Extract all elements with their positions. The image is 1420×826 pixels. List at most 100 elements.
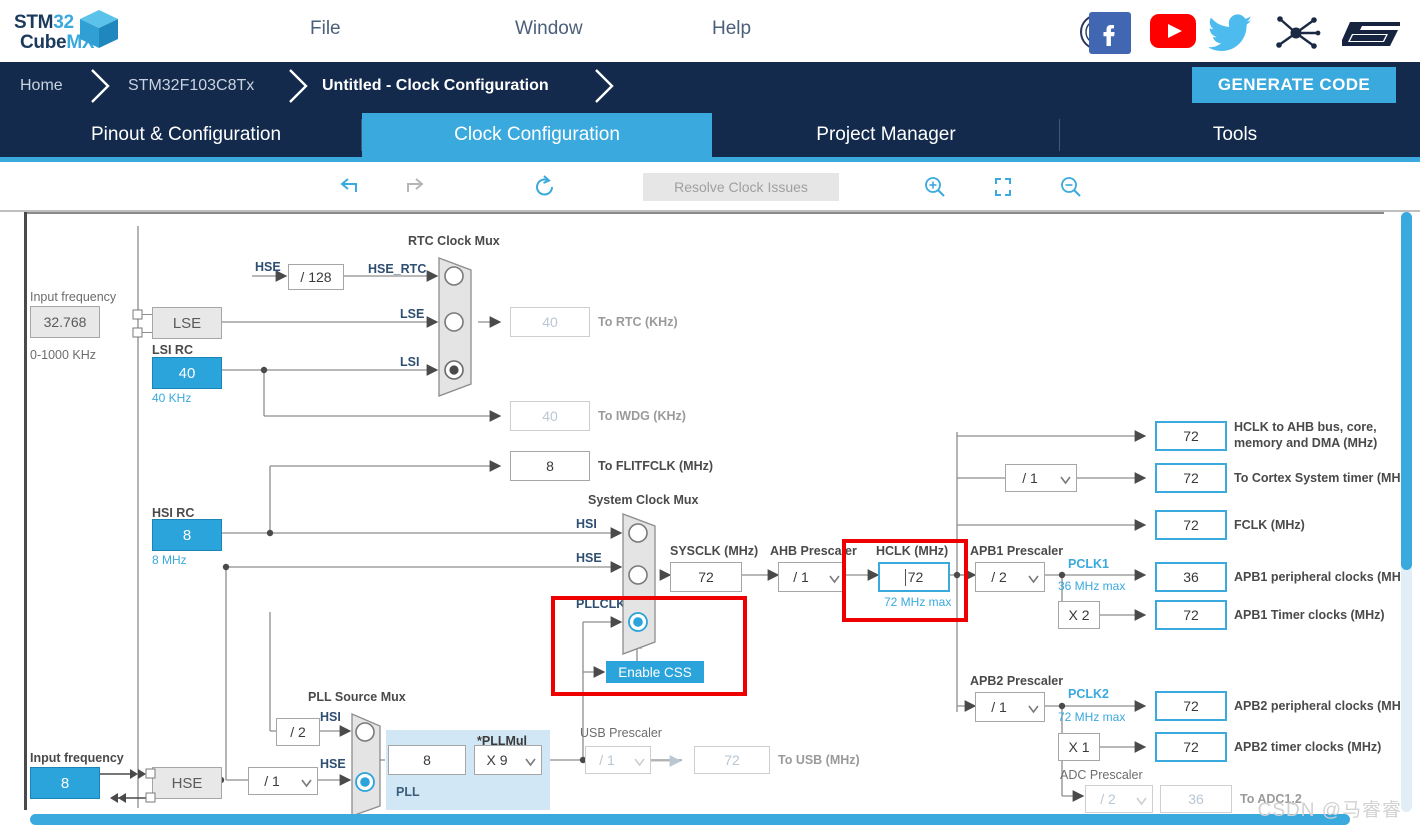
chevron-down-icon	[1060, 476, 1069, 485]
usb-prescaler-label: USB Prescaler	[580, 726, 662, 740]
breadcrumb-item-home[interactable]: Home	[20, 62, 63, 110]
st-logo-icon[interactable]	[1340, 14, 1402, 48]
logo-stm-text: STM32	[14, 12, 74, 33]
pll-input-field[interactable]: 8	[388, 745, 466, 775]
apb1-timer-multiplier[interactable]: X 2	[1058, 601, 1100, 629]
tab-label: Pinout & Configuration	[91, 124, 281, 145]
sysclk-label: SYSCLK (MHz)	[670, 544, 758, 558]
cortex-timer-field[interactable]: 72	[1155, 463, 1227, 493]
cortex-prescaler-value: / 1	[1006, 465, 1054, 491]
redo-icon[interactable]	[400, 172, 430, 202]
tab-tools[interactable]: Tools	[1060, 113, 1410, 157]
menu-item-help[interactable]: Help	[712, 18, 751, 40]
pll-label: PLL	[396, 785, 420, 799]
pclk2-label: PCLK2	[1068, 687, 1109, 701]
facebook-icon[interactable]	[1089, 12, 1131, 54]
usb-prescaler-select[interactable]: / 1	[585, 746, 651, 774]
pll-source-mux[interactable]	[350, 712, 390, 818]
lsi-frequency-field[interactable]: 40	[152, 357, 222, 389]
generate-code-button[interactable]: GENERATE CODE	[1192, 67, 1396, 103]
hse-rtc-divider-box[interactable]: / 128	[288, 264, 344, 290]
hclk-field[interactable]: 72	[878, 562, 950, 592]
text-cursor	[905, 569, 906, 586]
apb2-timer-label: APB2 timer clocks (MHz)	[1234, 740, 1381, 754]
hse-rtc-signal-label: HSE_RTC	[368, 262, 426, 276]
tab-project-manager[interactable]: Project Manager	[712, 113, 1060, 157]
hse-signal-label: HSE	[255, 260, 281, 274]
ahb-prescaler-value: / 1	[779, 563, 823, 591]
apb2-timer-multiplier[interactable]: X 1	[1058, 733, 1100, 761]
system-clock-mux-label: System Clock Mux	[588, 493, 698, 507]
watermark: CSDN @马睿睿	[1258, 795, 1402, 822]
apb2-peripheral-label: APB2 peripheral clocks (MHz)	[1234, 699, 1411, 713]
apb1-timer-field[interactable]: 72	[1155, 600, 1227, 630]
lse-input-frequency-field[interactable]: 32.768	[30, 306, 100, 338]
fclk-field[interactable]: 72	[1155, 510, 1227, 540]
network-icon[interactable]	[1272, 14, 1320, 52]
lsi-rc-label: LSI RC	[152, 343, 193, 357]
pllmul-select[interactable]: X 9	[474, 745, 542, 775]
apb2-timer-field[interactable]: 72	[1155, 732, 1227, 762]
tab-label: Clock Configuration	[454, 124, 620, 145]
pll-hse-divider-select[interactable]: / 1	[248, 767, 318, 795]
hse-oscillator-box[interactable]: HSE	[152, 767, 222, 799]
menu-item-file[interactable]: File	[310, 18, 341, 40]
hse-input-frequency-label: Input frequency	[30, 751, 124, 765]
pclk1-label: PCLK1	[1068, 557, 1109, 571]
clock-configuration-canvas[interactable]: Input frequency 32.768 0-1000 KHz LSE LS…	[0, 212, 1420, 826]
hclk-max-label: 72 MHz max	[884, 595, 951, 609]
cortex-prescaler-select[interactable]: / 1	[1005, 464, 1077, 492]
zoom-in-icon[interactable]	[920, 172, 950, 202]
breadcrumb-chevron-icon	[284, 62, 314, 110]
zoom-out-icon[interactable]	[1056, 172, 1086, 202]
pclk2-max-label: 72 MHz max	[1058, 710, 1125, 724]
ahb-prescaler-select[interactable]: / 1	[778, 562, 846, 592]
sysmux-hse-label: HSE	[576, 551, 602, 565]
enable-css-button[interactable]: Enable CSS	[606, 661, 704, 683]
breadcrumb-item-mcu[interactable]: STM32F103C8Tx	[128, 62, 254, 110]
apb1-peripheral-field[interactable]: 36	[1155, 562, 1227, 592]
chevron-down-icon	[1028, 705, 1037, 714]
fit-icon[interactable]	[988, 172, 1018, 202]
adc-prescaler-value: / 2	[1086, 786, 1130, 812]
hclk-to-ahb-field[interactable]: 72	[1155, 421, 1227, 451]
chevron-down-icon	[1028, 575, 1037, 584]
hsi-frequency-field[interactable]: 8	[152, 519, 222, 551]
lsi-signal-label: LSI	[400, 355, 419, 369]
hse-pins-icon	[100, 765, 156, 805]
sysclk-field[interactable]: 72	[670, 562, 742, 592]
apb2-prescaler-select[interactable]: / 1	[975, 692, 1045, 722]
apb2-prescaler-value: / 1	[976, 693, 1022, 721]
lse-oscillator-box[interactable]: LSE	[152, 307, 222, 339]
hclk-to-ahb-label-line1: HCLK to AHB bus, core,	[1234, 420, 1377, 434]
horizontal-scrollbar-thumb[interactable]	[30, 814, 1350, 825]
menu-item-window[interactable]: Window	[515, 18, 583, 40]
rtc-clock-mux-label: RTC Clock Mux	[408, 234, 500, 248]
lse-input-range-label: 0-1000 KHz	[30, 348, 96, 362]
youtube-icon[interactable]	[1150, 14, 1196, 48]
hse-input-frequency-field[interactable]: 8	[30, 767, 100, 799]
vertical-scrollbar-thumb[interactable]	[1401, 212, 1412, 570]
tab-label: Project Manager	[816, 124, 955, 145]
resolve-clock-issues-button[interactable]: Resolve Clock Issues	[643, 173, 839, 201]
reset-icon[interactable]	[530, 172, 560, 202]
breadcrumb-chevron-icon	[590, 62, 620, 110]
adc-prescaler-label: ADC Prescaler	[1060, 768, 1143, 782]
apb1-prescaler-select[interactable]: / 2	[975, 562, 1045, 592]
lse-input-frequency-label: Input frequency	[30, 290, 116, 304]
fclk-label: FCLK (MHz)	[1234, 518, 1305, 532]
adc-prescaler-select[interactable]: / 2	[1085, 785, 1153, 813]
pll-hsi-divider[interactable]: / 2	[276, 718, 320, 746]
twitter-icon[interactable]	[1208, 14, 1254, 52]
breadcrumb-item-current[interactable]: Untitled - Clock Configuration	[322, 62, 549, 110]
rtc-clock-mux[interactable]	[437, 256, 479, 398]
undo-icon[interactable]	[334, 172, 364, 202]
to-flitfclk-field[interactable]: 8	[510, 451, 590, 481]
pll-source-mux-label: PLL Source Mux	[308, 690, 406, 704]
apb2-peripheral-field[interactable]: 72	[1155, 691, 1227, 721]
cube-icon	[76, 6, 122, 52]
tab-clock-configuration[interactable]: Clock Configuration	[362, 113, 712, 157]
sysmux-hsi-label: HSI	[576, 517, 597, 531]
pll-hsi-signal-label: HSI	[320, 710, 341, 724]
tab-pinout-configuration[interactable]: Pinout & Configuration	[10, 113, 362, 157]
